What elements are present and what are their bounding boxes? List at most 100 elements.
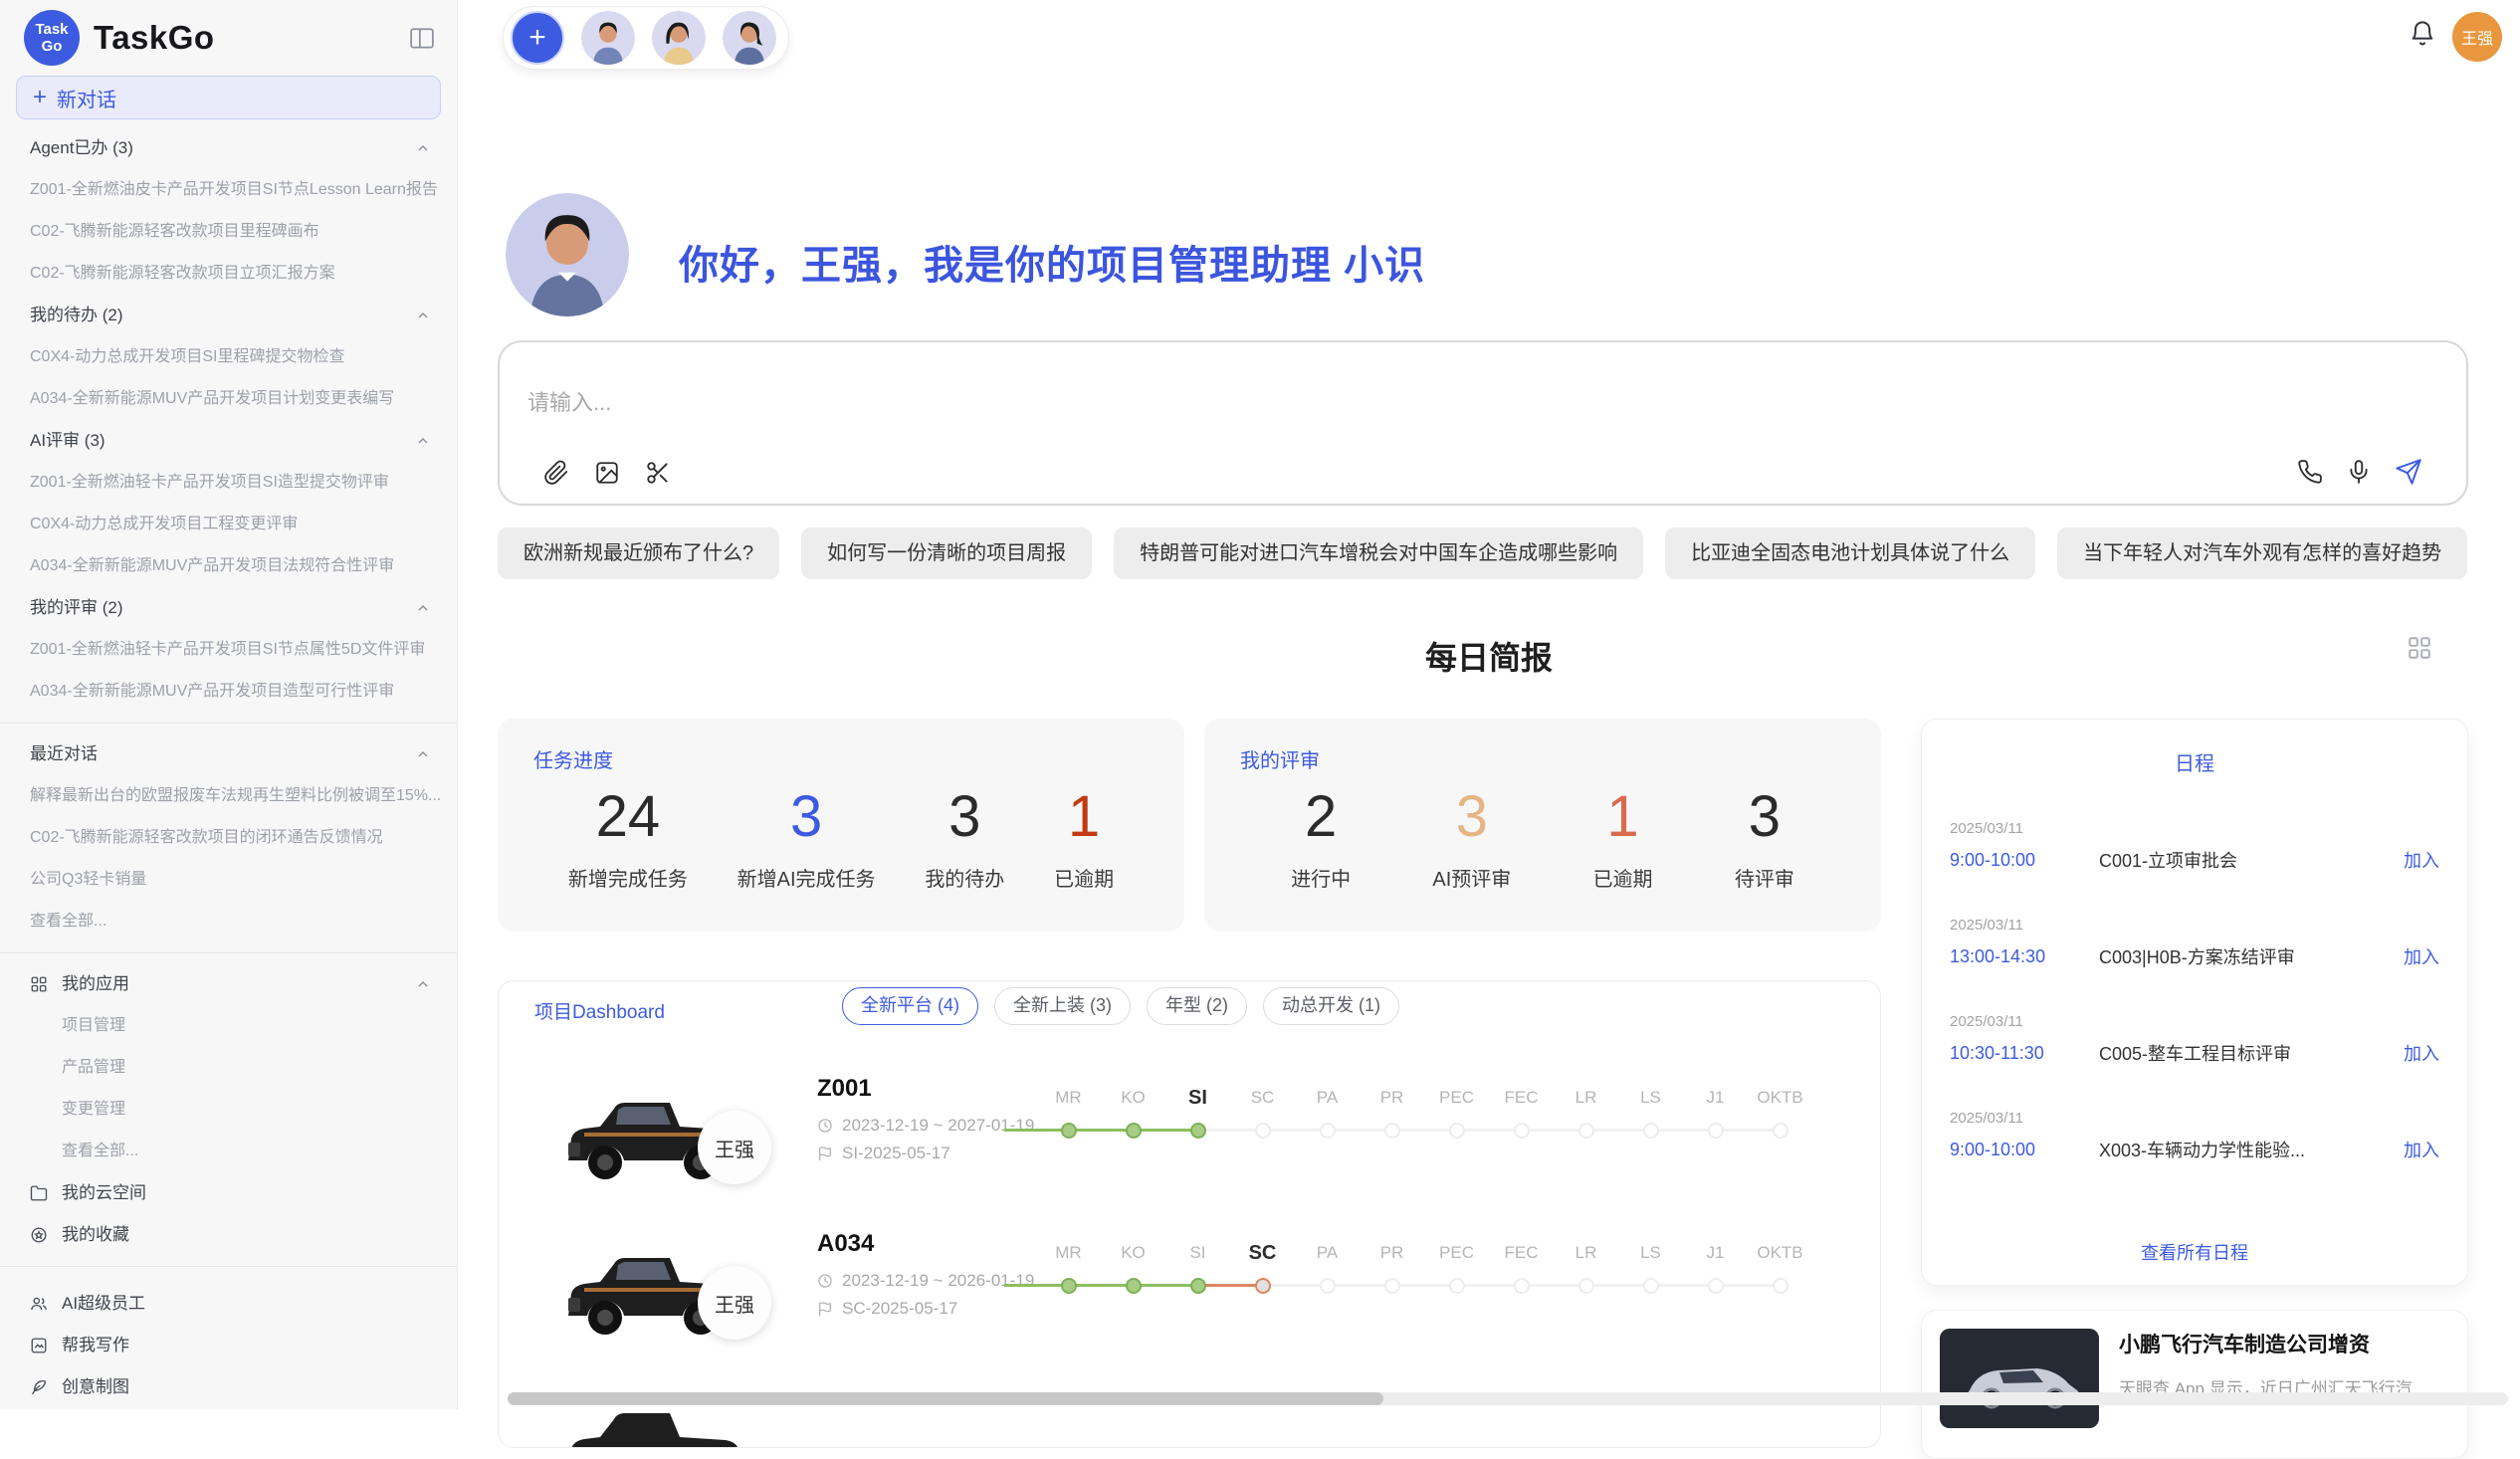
tab-powertrain[interactable]: 动总开发 (1) xyxy=(1263,987,1399,1025)
recent-chat-item[interactable]: C02-飞腾新能源轻客改款项目的闭环通告反馈情况 xyxy=(0,817,457,859)
task-item[interactable]: A034-全新新能源MUV产品开发项目造型可行性评审 xyxy=(0,671,457,713)
task-item[interactable]: Z001-全新燃油轻卡产品开发项目SI造型提交物评审 xyxy=(0,462,457,504)
schedule-item: 2025/03/11 9:00-10:00 C001-立项审批会 加入 xyxy=(1950,820,2439,873)
add-session-button[interactable]: + xyxy=(511,11,564,65)
section-recent-chats[interactable]: 最近对话 xyxy=(0,733,457,775)
app-logo: Task Go xyxy=(24,10,80,66)
divider xyxy=(0,952,457,953)
send-icon[interactable] xyxy=(2395,458,2422,486)
section-my-todo[interactable]: 我的待办 (2) xyxy=(0,295,457,336)
news-card[interactable]: 小鹏飞行汽车制造公司增资 天眼查 App 显示，近日广州汇天飞行汽... xyxy=(1921,1310,2468,1459)
milestone-chain: MRKOSISCPAPRPECFECLRLSJ1OKTB xyxy=(1036,1240,1812,1294)
phone-call-icon[interactable] xyxy=(2297,459,2323,485)
recent-chat-item[interactable]: 解释最新出台的欧盟报废车法规再生塑料比例被调至15%... xyxy=(0,775,457,817)
horizontal-scrollbar-thumb[interactable] xyxy=(508,1392,1383,1405)
project-row[interactable]: 王强 A034 2023-12-19 ~ 2026-01-19 SC-2025-… xyxy=(499,1228,1880,1367)
chevron-up-icon[interactable] xyxy=(415,140,431,156)
task-item[interactable]: C0X4-动力总成开发项目SI里程碑提交物检查 xyxy=(0,336,457,378)
apps-view-all[interactable]: 查看全部... xyxy=(0,1131,457,1172)
grid-icon xyxy=(30,975,48,993)
suggestion-chip[interactable]: 当下年轻人对汽车外观有怎样的喜好趋势 xyxy=(2057,527,2467,579)
sidebar-item-my-apps[interactable]: 我的应用 xyxy=(0,963,457,1005)
sidebar-item-ai-employee[interactable]: AI超级员工 xyxy=(0,1283,457,1325)
chat-input[interactable] xyxy=(527,390,1921,416)
avatar[interactable] xyxy=(581,11,635,65)
section-my-review[interactable]: 我的评审 (2) xyxy=(0,587,457,629)
schedule-item: 2025/03/11 9:00-10:00 X003-车辆动力学性能验... 加… xyxy=(1950,1110,2439,1162)
task-item[interactable]: A034-全新新能源MUV产品开发项目计划变更表编写 xyxy=(0,378,457,420)
section-ai-review[interactable]: AI评审 (3) xyxy=(0,420,457,462)
daily-brief-title: 每日简报 xyxy=(458,633,2520,679)
sidebar: Task Go TaskGo + 新对话 Agent已办 (3) Z001-全新… xyxy=(0,0,458,1409)
stat-overdue: 1 已逾期 xyxy=(1593,784,1653,892)
chevron-up-icon[interactable] xyxy=(415,433,431,449)
clock-icon xyxy=(817,1118,833,1134)
image-icon[interactable] xyxy=(594,460,620,486)
task-item[interactable]: C02-飞腾新能源轻客改款项目立项汇报方案 xyxy=(0,253,457,295)
chevron-up-icon[interactable] xyxy=(415,746,431,762)
suggestion-chip[interactable]: 如何写一份清晰的项目周报 xyxy=(801,527,1092,579)
app-item-project-mgmt[interactable]: 项目管理 xyxy=(0,1005,457,1047)
project-row[interactable]: 王强 Z001 2023-12-19 ~ 2027-01-19 SI-2025-… xyxy=(499,1073,1880,1212)
my-review-card: 我的评审 2 进行中 3 AI预评审 1 已逾期 3 待评审 xyxy=(1204,719,1881,932)
sidebar-item-help-write[interactable]: 帮我写作 xyxy=(0,1325,457,1366)
new-chat-button[interactable]: + 新对话 xyxy=(16,76,441,119)
horizontal-scrollbar-track[interactable] xyxy=(508,1392,2508,1405)
chevron-up-icon[interactable] xyxy=(415,308,431,323)
join-link[interactable]: 加入 xyxy=(2404,943,2439,969)
join-link[interactable]: 加入 xyxy=(2404,847,2439,873)
task-item[interactable]: C0X4-动力总成开发项目工程变更评审 xyxy=(0,504,457,545)
stat-my-todo: 3 我的待办 xyxy=(925,784,1004,892)
join-link[interactable]: 加入 xyxy=(2404,1040,2439,1066)
schedule-title: 日程 xyxy=(1922,720,2467,776)
recent-chat-item[interactable]: 公司Q3轻卡销量 xyxy=(0,859,457,901)
milestone-oktb: OKTB xyxy=(1748,1085,1812,1139)
stat-in-progress: 2 进行中 xyxy=(1291,784,1351,892)
logo-text-bottom: Go xyxy=(42,38,63,55)
logo-text-top: Task xyxy=(35,21,68,38)
layout-grid-icon[interactable] xyxy=(2407,635,2432,661)
tab-year-model[interactable]: 年型 (2) xyxy=(1147,987,1247,1025)
user-avatar[interactable]: 王强 xyxy=(2452,12,2502,62)
microphone-icon[interactable] xyxy=(2346,459,2372,485)
attachment-icon[interactable] xyxy=(543,460,569,486)
scissors-icon[interactable] xyxy=(645,460,671,486)
suggestion-chip[interactable]: 欧洲新规最近颁布了什么? xyxy=(498,527,779,579)
milestone-chain: MRKOSISCPAPRPECFECLRLSJ1OKTB xyxy=(1036,1085,1812,1139)
project-milestone: SC-2025-05-17 xyxy=(817,1299,1026,1319)
sidebar-item-creative-draw[interactable]: 创意制图 xyxy=(0,1366,457,1408)
view-all-schedule-link[interactable]: 查看所有日程 xyxy=(1922,1239,2467,1265)
avatar[interactable] xyxy=(723,11,776,65)
app-item-change-mgmt[interactable]: 变更管理 xyxy=(0,1089,457,1131)
chevron-up-icon[interactable] xyxy=(415,976,431,992)
task-item[interactable]: C02-飞腾新能源轻客改款项目里程碑画布 xyxy=(0,211,457,253)
recent-view-all[interactable]: 查看全部... xyxy=(0,901,457,942)
sidebar-item-favorites[interactable]: 我的收藏 xyxy=(0,1214,457,1256)
task-item[interactable]: A034-全新新能源MUV产品开发项目法规符合性评审 xyxy=(0,545,457,587)
tab-new-body[interactable]: 全新上装 (3) xyxy=(994,987,1131,1025)
clock-icon xyxy=(817,1273,833,1289)
section-agent-done[interactable]: Agent已办 (3) xyxy=(0,127,457,169)
task-item[interactable]: Z001-全新燃油轻卡产品开发项目SI节点属性5D文件评审 xyxy=(0,629,457,671)
folder-icon xyxy=(30,1184,48,1202)
sidebar-header: Task Go TaskGo xyxy=(0,0,457,76)
users-icon xyxy=(30,1295,48,1313)
notification-bell-icon[interactable] xyxy=(2409,20,2436,48)
avatar[interactable] xyxy=(652,11,706,65)
suggestion-chip[interactable]: 特朗普可能对进口汽车增税会对中国车企造成哪些影响 xyxy=(1114,527,1643,579)
app-item-product-mgmt[interactable]: 产品管理 xyxy=(0,1047,457,1089)
join-link[interactable]: 加入 xyxy=(2404,1137,2439,1162)
task-item[interactable]: Z001-全新燃油皮卡产品开发项目SI节点Lesson Learn报告 xyxy=(0,169,457,211)
divider xyxy=(0,723,457,724)
chevron-up-icon[interactable] xyxy=(415,600,431,616)
news-image xyxy=(1940,1329,2099,1428)
milestone-oktb: OKTB xyxy=(1748,1240,1812,1294)
suggestion-chip[interactable]: 比亚迪全固态电池计划具体说了什么 xyxy=(1665,527,2035,579)
schedule-item: 2025/03/11 13:00-14:30 C003|H0B-方案冻结评审 加… xyxy=(1950,917,2439,969)
stat-pending-review: 3 待评审 xyxy=(1735,784,1794,892)
sidebar-collapse-icon[interactable] xyxy=(409,26,435,52)
tab-new-platform[interactable]: 全新平台 (4) xyxy=(842,987,978,1025)
card-title: 我的评审 xyxy=(1240,744,1320,773)
project-owner-badge: 王强 xyxy=(698,1266,771,1340)
sidebar-item-cloud-space[interactable]: 我的云空间 xyxy=(0,1172,457,1214)
